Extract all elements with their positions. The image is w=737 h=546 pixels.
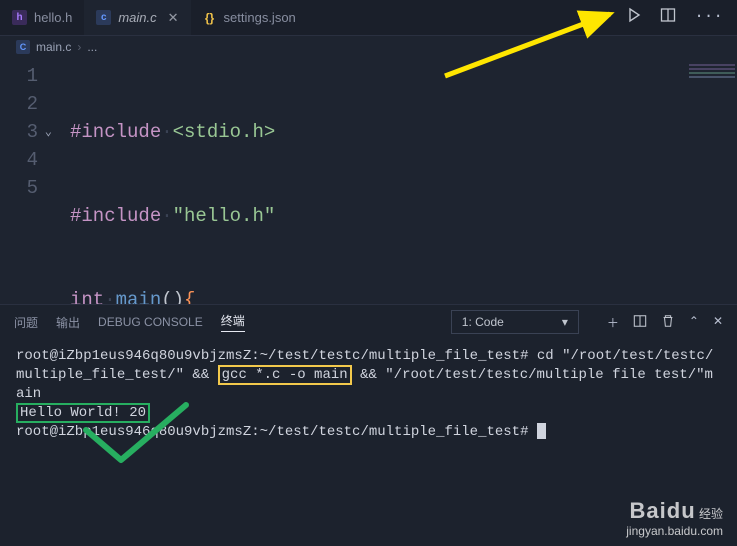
trash-icon[interactable] <box>661 314 675 331</box>
panel-tab-bar: 问题 输出 DEBUG CONSOLE 终端 1: Code ▾ ＋ ⌃ ✕ <box>0 305 737 339</box>
tab-hello-h[interactable]: h hello.h <box>0 0 84 35</box>
tab-label: settings.json <box>224 10 296 25</box>
terminal-selector-label: 1: Code <box>462 315 504 329</box>
code-line: #include·"hello.h" <box>70 202 549 230</box>
minimap[interactable] <box>689 60 735 88</box>
terminal-actions: ＋ ⌃ ✕ <box>607 314 723 331</box>
line-number: 5 <box>0 174 38 202</box>
tab-debug-console[interactable]: DEBUG CONSOLE <box>98 315 203 329</box>
terminal-output[interactable]: root@iZbp1eus946q80u9vbjzmsZ:~/test/test… <box>0 339 737 450</box>
editor-tab-bar: h hello.h c main.c ✕ {} settings.json ··… <box>0 0 737 36</box>
breadcrumb[interactable]: C main.c › ... <box>0 36 737 58</box>
tab-output[interactable]: 输出 <box>56 314 80 331</box>
terminal-prompt: root@iZbp1eus946q80u9vbjzmsZ:~/test/test… <box>16 424 537 440</box>
close-panel-icon[interactable]: ✕ <box>713 314 723 331</box>
split-terminal-icon[interactable] <box>633 314 647 331</box>
watermark: Baidu 经验 jingyan.baidu.com <box>626 498 723 538</box>
terminal-selector[interactable]: 1: Code ▾ <box>451 310 579 334</box>
watermark-url: jingyan.baidu.com <box>626 524 723 538</box>
tab-terminal[interactable]: 终端 <box>221 312 245 332</box>
line-number: 2 <box>0 90 38 118</box>
line-number: 1 <box>0 62 38 90</box>
breadcrumb-file: main.c <box>36 40 71 54</box>
tab-label: main.c <box>118 10 156 25</box>
highlighted-command: gcc *.c -o main <box>218 365 352 385</box>
tab-settings-json[interactable]: {} settings.json <box>191 0 308 35</box>
code-line: #include·<stdio.h> <box>70 118 549 146</box>
fold-icon[interactable]: ⌄ <box>45 118 52 146</box>
chevron-down-icon: ▾ <box>562 315 568 329</box>
new-terminal-icon[interactable]: ＋ <box>607 314 619 331</box>
h-file-icon: h <box>12 10 27 25</box>
tab-label: hello.h <box>34 10 72 25</box>
close-icon[interactable]: ✕ <box>168 10 179 26</box>
watermark-brand: Baidu <box>630 498 696 523</box>
breadcrumb-more: ... <box>87 40 97 54</box>
chevron-up-icon[interactable]: ⌃ <box>689 314 699 331</box>
tab-problems[interactable]: 问题 <box>14 314 38 331</box>
terminal-cursor <box>537 423 546 439</box>
json-file-icon: {} <box>203 11 217 25</box>
tab-main-c[interactable]: c main.c ✕ <box>84 0 190 35</box>
run-icon[interactable] <box>626 7 642 28</box>
line-number: 4 <box>0 146 38 174</box>
line-number: 3⌄ <box>0 118 38 146</box>
editor-actions: ··· <box>626 7 737 28</box>
watermark-sub: 经验 <box>699 507 723 521</box>
split-editor-icon[interactable] <box>660 7 676 28</box>
highlighted-output: Hello World! 20 <box>16 403 150 423</box>
chevron-right-icon: › <box>77 40 81 54</box>
more-icon[interactable]: ··· <box>694 7 723 28</box>
c-file-icon: c <box>96 10 111 25</box>
c-file-icon: C <box>16 40 30 54</box>
